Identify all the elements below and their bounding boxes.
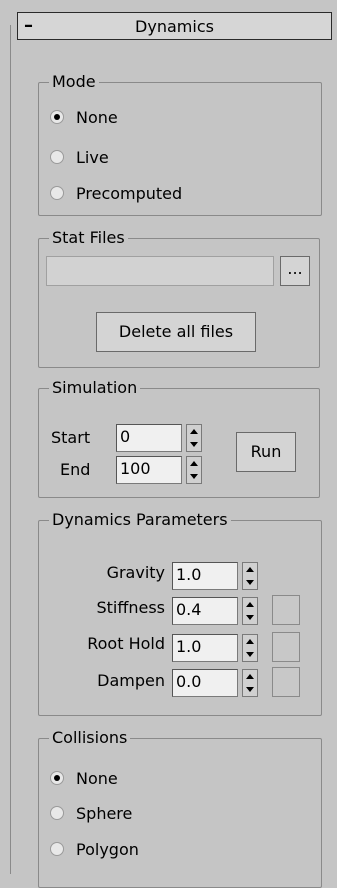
mode-radio-precomputed[interactable]: Precomputed	[50, 182, 182, 204]
spinner-down-icon[interactable]	[243, 576, 257, 589]
dampen-label: Dampen	[97, 671, 165, 690]
delete-all-files-button[interactable]: Delete all files	[96, 312, 256, 352]
root-hold-map-button[interactable]	[272, 632, 300, 662]
spinner-down-icon[interactable]	[243, 683, 257, 696]
radio-label: Live	[76, 147, 109, 167]
dampen-map-button[interactable]	[272, 667, 300, 697]
stiffness-label: Stiffness	[96, 598, 165, 617]
radio-label: None	[76, 107, 118, 127]
collisions-radio-polygon[interactable]: Polygon	[50, 838, 139, 860]
spinner-up-icon[interactable]	[243, 635, 257, 648]
spinner-down-icon[interactable]	[243, 648, 257, 661]
spinner-down-icon[interactable]	[243, 611, 257, 624]
stat-file-path-field[interactable]	[46, 256, 274, 286]
rollout-border-line	[10, 25, 11, 874]
radio-button-icon[interactable]	[50, 842, 64, 856]
collisions-radio-none[interactable]: None	[50, 767, 118, 789]
spinner-up-icon[interactable]	[243, 670, 257, 683]
spinner-up-icon[interactable]	[243, 598, 257, 611]
stiffness-spinner[interactable]	[242, 597, 258, 625]
collisions-group-title: Collisions	[49, 728, 131, 748]
radio-button-icon[interactable]	[50, 110, 64, 124]
radio-button-icon[interactable]	[50, 771, 64, 785]
spinner-up-icon[interactable]	[243, 563, 257, 576]
spinner-down-icon[interactable]	[187, 438, 201, 451]
stiffness-map-button[interactable]	[272, 595, 300, 625]
root-hold-input[interactable]: 1.0	[172, 634, 238, 662]
radio-button-icon[interactable]	[50, 806, 64, 820]
collisions-radio-sphere[interactable]: Sphere	[50, 802, 132, 824]
rollout-header-dynamics[interactable]: – Dynamics	[17, 12, 332, 40]
mode-group-title: Mode	[49, 72, 99, 92]
radio-label: Sphere	[76, 803, 133, 823]
end-frame-input[interactable]: 100	[116, 456, 182, 484]
gravity-input[interactable]: 1.0	[172, 562, 238, 590]
radio-button-icon[interactable]	[50, 186, 64, 200]
radio-label: Polygon	[76, 839, 139, 859]
gravity-spinner[interactable]	[242, 562, 258, 590]
run-button[interactable]: Run	[236, 432, 296, 472]
spinner-down-icon[interactable]	[187, 470, 201, 483]
stiffness-input[interactable]: 0.4	[172, 597, 238, 625]
start-label: Start	[51, 428, 91, 447]
dampen-spinner[interactable]	[242, 669, 258, 697]
mode-radio-live[interactable]: Live	[50, 146, 109, 168]
end-label: End	[60, 460, 91, 479]
start-frame-input[interactable]: 0	[116, 424, 182, 452]
end-frame-spinner[interactable]	[186, 456, 202, 484]
simulation-group-title: Simulation	[49, 378, 141, 398]
radio-label: Precomputed	[76, 183, 183, 203]
dampen-input[interactable]: 0.0	[172, 669, 238, 697]
radio-button-icon[interactable]	[50, 150, 64, 164]
spinner-up-icon[interactable]	[187, 457, 201, 470]
gravity-label: Gravity	[106, 563, 165, 582]
start-frame-spinner[interactable]	[186, 424, 202, 452]
root-hold-label: Root Hold	[87, 634, 165, 653]
spinner-up-icon[interactable]	[187, 425, 201, 438]
radio-label: None	[76, 768, 118, 788]
browse-button[interactable]: ...	[280, 256, 310, 286]
mode-radio-none[interactable]: None	[50, 106, 118, 128]
stat-files-group-title: Stat Files	[49, 228, 128, 248]
root-hold-spinner[interactable]	[242, 634, 258, 662]
rollout-title: Dynamics	[135, 17, 214, 36]
dynamics-parameters-group-title: Dynamics Parameters	[49, 510, 231, 530]
